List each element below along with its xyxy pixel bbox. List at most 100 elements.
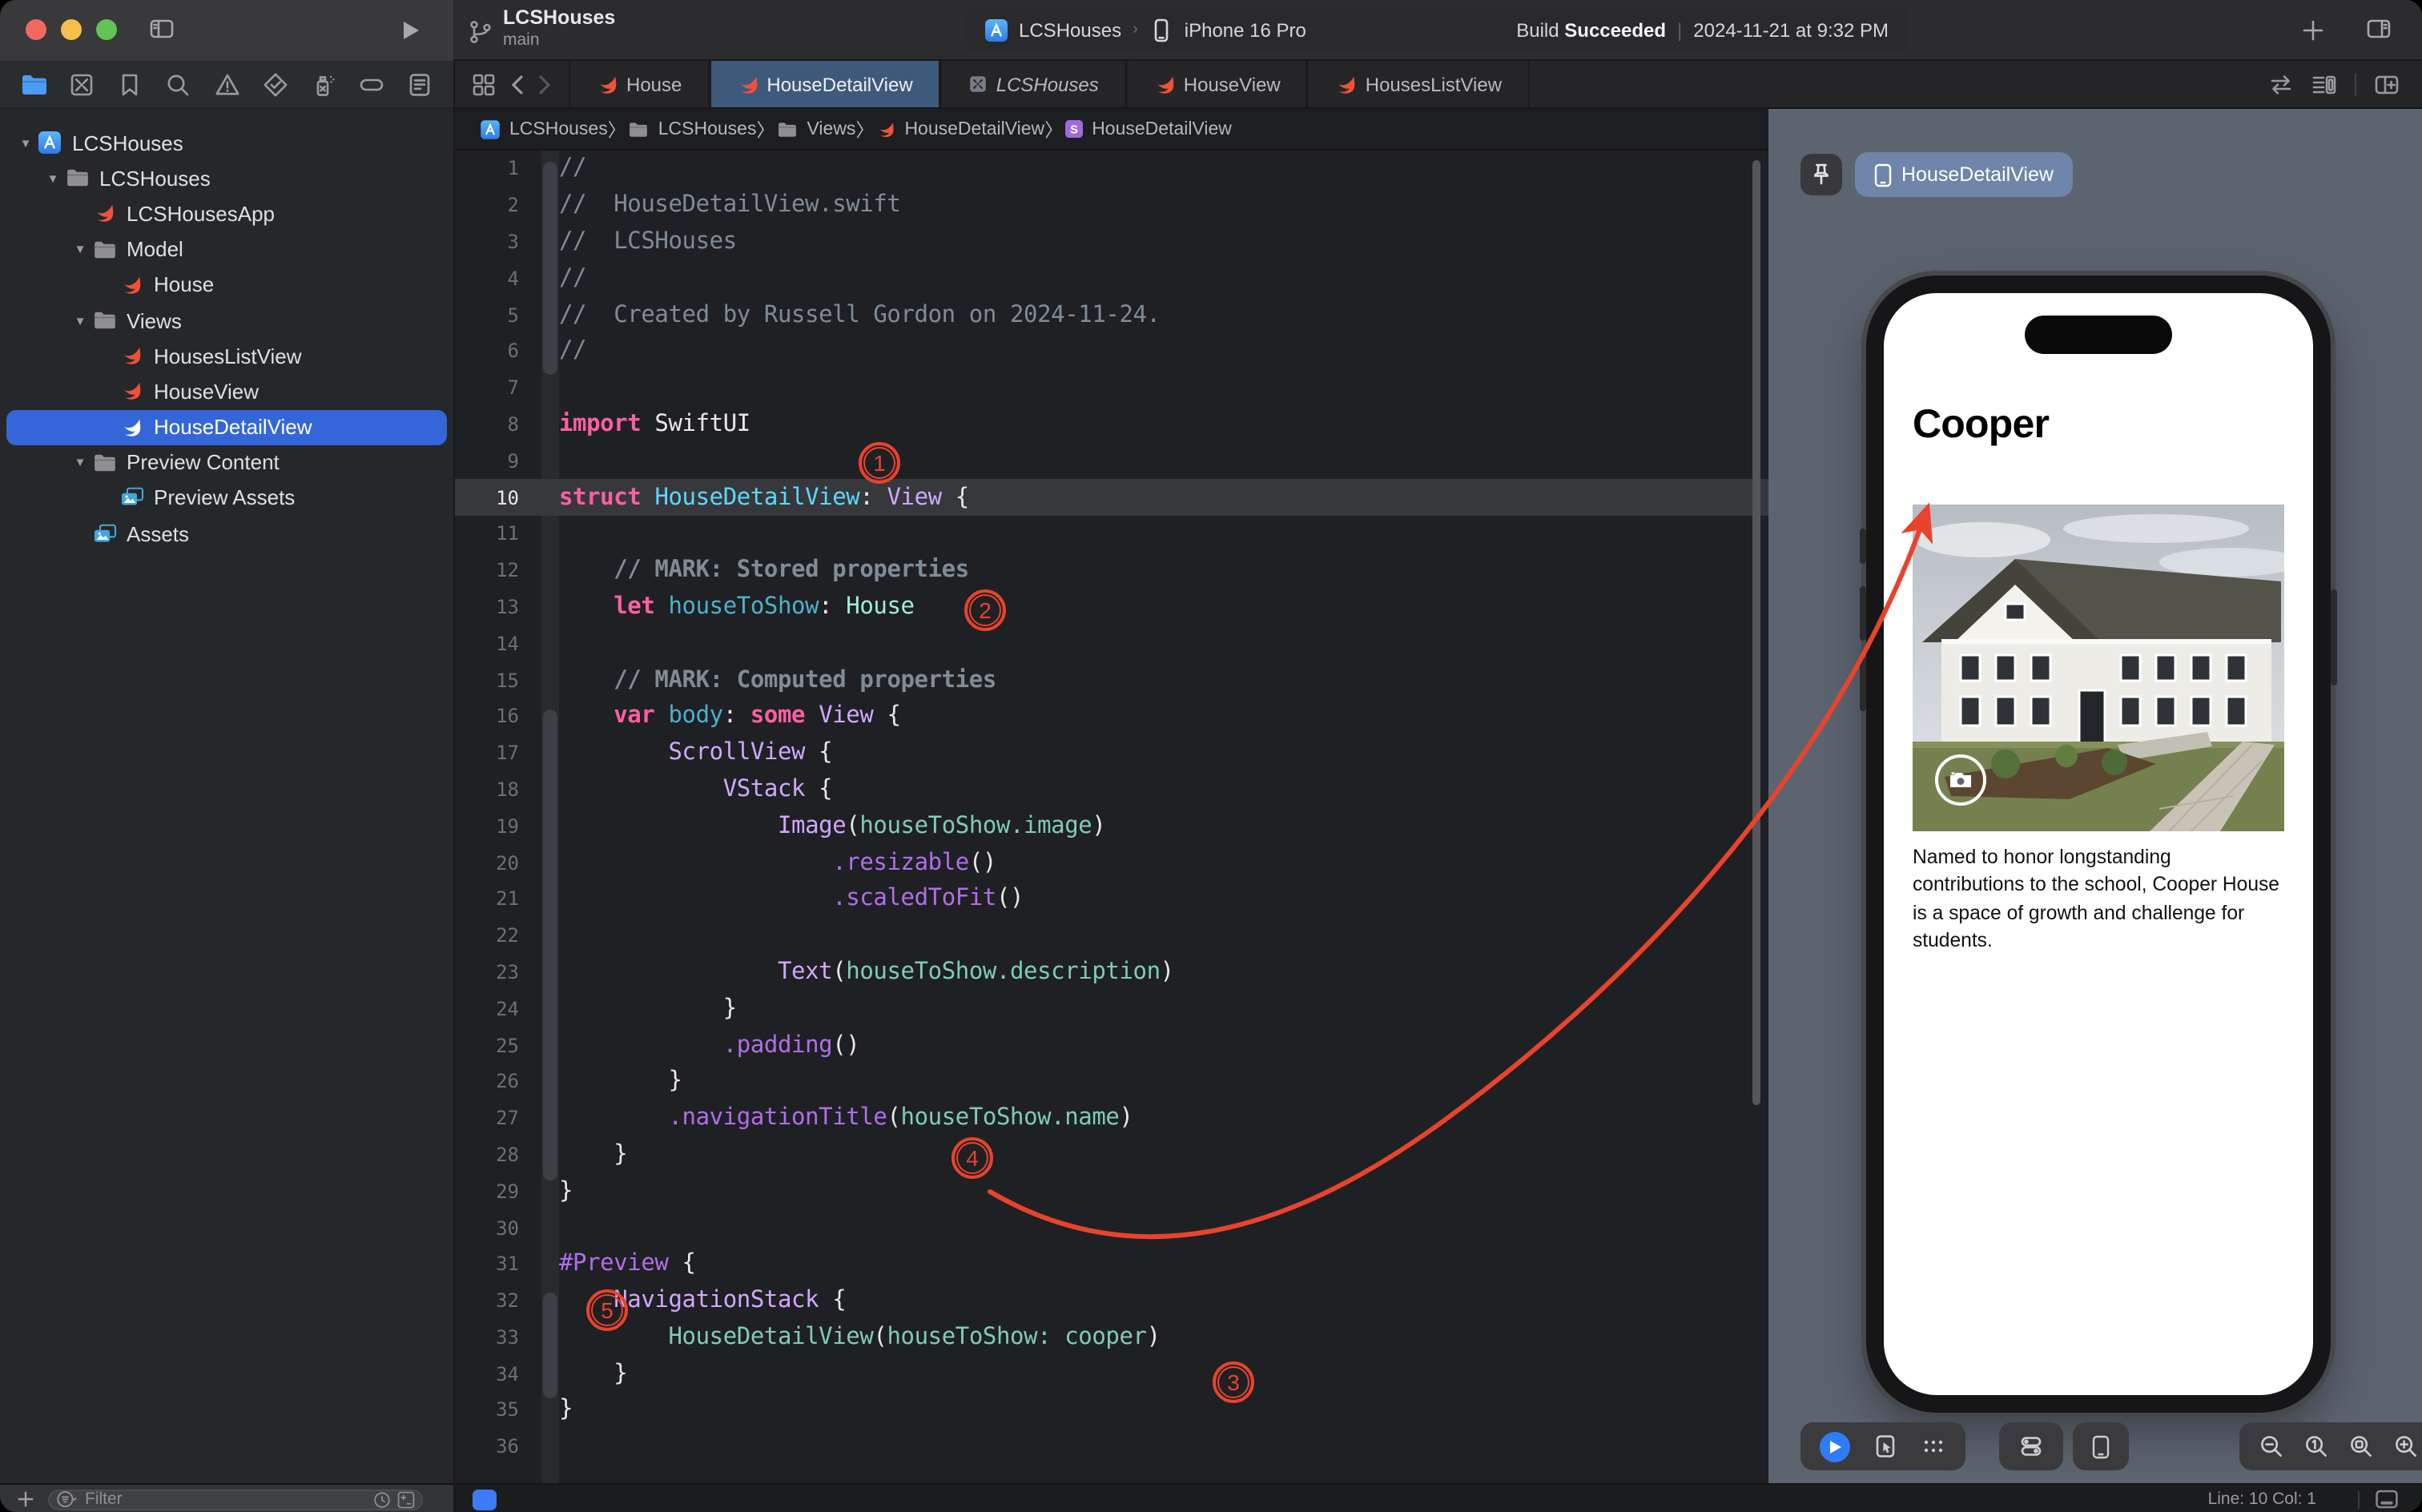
tab-housedetailview[interactable]: HouseDetailView xyxy=(709,61,940,107)
run-button[interactable] xyxy=(397,18,423,43)
toggle-navigator-icon[interactable] xyxy=(149,16,175,42)
tab-lcshouses[interactable]: LCSHouses xyxy=(939,61,1126,107)
line-number[interactable]: 34 xyxy=(453,1362,529,1385)
breadcrumb-item-views[interactable]: Views xyxy=(775,119,855,139)
recents-filter-icon[interactable] xyxy=(373,1490,391,1508)
zoom-100-button[interactable] xyxy=(2303,1434,2329,1459)
line-number[interactable]: 28 xyxy=(453,1144,529,1166)
line-number[interactable]: 4 xyxy=(453,267,529,290)
sidebar-item-houseslistview[interactable]: HousesListView xyxy=(0,338,453,373)
tab-houseview[interactable]: HouseView xyxy=(1125,61,1308,107)
line-number[interactable]: 36 xyxy=(453,1436,529,1458)
line-number[interactable]: 25 xyxy=(453,1034,529,1056)
breadcrumb-item-housedetailview[interactable]: HouseDetailView xyxy=(874,118,1044,140)
scheme-selector[interactable]: LCSHouses › iPhone 16 Pro Build Succeede… xyxy=(966,6,1908,53)
device-settings-button[interactable] xyxy=(1999,1422,2063,1470)
sidebar-item-lcshouses[interactable]: ▼ LCSHouses xyxy=(0,125,453,160)
line-number[interactable]: 19 xyxy=(453,814,529,837)
toggle-inspector-icon[interactable] xyxy=(2366,16,2392,42)
breakpoint-indicator[interactable] xyxy=(473,1489,497,1510)
flagged-filter-icon[interactable] xyxy=(397,1490,415,1508)
live-preview-button[interactable] xyxy=(1820,1431,1850,1462)
add-editor-icon[interactable] xyxy=(2300,18,2326,43)
bottom-panel-icon[interactable] xyxy=(2374,1486,2400,1512)
preview-target-pill[interactable]: HouseDetailView xyxy=(1855,152,2073,197)
sidebar-item-housedetailview[interactable]: HouseDetailView xyxy=(0,409,453,445)
sidebar-item-preview-content[interactable]: ▼ Preview Content xyxy=(0,444,453,480)
line-number[interactable]: 6 xyxy=(453,340,529,363)
line-number[interactable]: 29 xyxy=(453,1180,529,1202)
breadcrumb-item-lcshouses[interactable]: LCSHouses xyxy=(626,119,757,139)
sidebar-item-views[interactable]: ▼ Views xyxy=(0,303,453,338)
sidebar-item-lcshousesapp[interactable]: LCSHousesApp xyxy=(0,196,453,231)
minimize-window-button[interactable] xyxy=(61,19,82,40)
disclosure-chevron-icon[interactable]: ▼ xyxy=(43,171,62,186)
tab-houseslistview[interactable]: HousesListView xyxy=(1307,61,1530,107)
line-number[interactable]: 10 xyxy=(453,486,529,509)
code-editor[interactable]: 1 // 2 // HouseDetailView.swift 3 // LCSHouse… xyxy=(453,151,1768,1483)
line-number[interactable]: 20 xyxy=(453,851,529,874)
navigator-breakpoint-navigator-icon[interactable] xyxy=(354,66,389,102)
navigator-source-control-navigator-icon[interactable] xyxy=(64,66,99,102)
sidebar-item-preview-assets[interactable]: Preview Assets xyxy=(0,481,453,516)
line-number[interactable]: 15 xyxy=(453,669,529,691)
line-number[interactable]: 35 xyxy=(453,1399,529,1422)
line-number[interactable]: 32 xyxy=(453,1289,529,1312)
filter-input[interactable] xyxy=(78,1490,373,1509)
line-number[interactable]: 2 xyxy=(453,194,529,216)
sidebar-item-model[interactable]: ▼ Model xyxy=(0,231,453,267)
sidebar-divider[interactable] xyxy=(453,61,455,1512)
zoom-out-button[interactable] xyxy=(2259,1434,2284,1459)
line-number[interactable]: 24 xyxy=(453,997,529,1019)
zoom-fit-button[interactable] xyxy=(2348,1434,2374,1459)
line-number[interactable]: 11 xyxy=(453,523,529,545)
navigator-project-navigator-icon[interactable] xyxy=(16,66,51,102)
line-number[interactable]: 27 xyxy=(453,1107,529,1129)
line-number[interactable]: 17 xyxy=(453,742,529,764)
line-number[interactable]: 7 xyxy=(453,376,529,399)
swap-editor-icon[interactable] xyxy=(2268,71,2294,97)
line-number[interactable]: 23 xyxy=(453,961,529,983)
back-icon[interactable] xyxy=(511,74,524,94)
line-number[interactable]: 14 xyxy=(453,633,529,655)
sidebar-item-lcshouses[interactable]: ▼ LCSHouses xyxy=(0,160,453,195)
forward-icon[interactable] xyxy=(538,74,551,94)
editor-layout-icon[interactable] xyxy=(471,71,497,97)
add-file-button[interactable] xyxy=(16,1490,35,1509)
line-number[interactable]: 8 xyxy=(453,413,529,436)
line-number[interactable]: 26 xyxy=(453,1071,529,1093)
navigator-find-navigator-icon[interactable] xyxy=(161,66,196,102)
line-number[interactable]: 9 xyxy=(453,450,529,472)
destination-device[interactable]: iPhone 16 Pro xyxy=(1185,18,1306,41)
navigator-debug-navigator-icon[interactable] xyxy=(306,66,341,102)
line-number[interactable]: 13 xyxy=(453,596,529,618)
sidebar-item-assets[interactable]: Assets xyxy=(0,516,453,551)
breadcrumb-item-housedetailview[interactable]: S HouseDetailView xyxy=(1063,119,1232,139)
minimap-menu-icon[interactable] xyxy=(2311,71,2337,97)
line-number[interactable]: 1 xyxy=(453,158,529,180)
disclosure-chevron-icon[interactable]: ▼ xyxy=(70,456,90,470)
line-number[interactable]: 21 xyxy=(453,888,529,911)
line-number[interactable]: 18 xyxy=(453,778,529,801)
line-number[interactable]: 3 xyxy=(453,231,529,253)
sidebar-item-house[interactable]: House xyxy=(0,267,453,303)
scheme-app-name[interactable]: LCSHouses xyxy=(1019,18,1121,41)
zoom-in-button[interactable] xyxy=(2393,1434,2419,1459)
filter-field[interactable] xyxy=(48,1489,423,1510)
line-number[interactable]: 16 xyxy=(453,706,529,728)
editor-scrollbar[interactable] xyxy=(1752,160,1760,1105)
variants-button[interactable] xyxy=(1921,1434,1946,1459)
split-editor-icon[interactable] xyxy=(2374,71,2400,97)
zoom-window-button[interactable] xyxy=(96,19,117,40)
line-number[interactable]: 33 xyxy=(453,1326,529,1349)
selectable-preview-button[interactable] xyxy=(1873,1434,1898,1459)
sidebar-item-houseview[interactable]: HouseView xyxy=(0,374,453,409)
close-window-button[interactable] xyxy=(26,19,46,40)
breadcrumb-item-lcshouses[interactable]: LCSHouses xyxy=(479,118,608,140)
navigator-bookmark-navigator-icon[interactable] xyxy=(113,66,148,102)
navigator-issue-navigator-icon[interactable] xyxy=(209,66,244,102)
disclosure-chevron-icon[interactable]: ▼ xyxy=(16,135,35,150)
navigator-test-navigator-icon[interactable] xyxy=(257,66,292,102)
disclosure-chevron-icon[interactable]: ▼ xyxy=(70,242,90,256)
disclosure-chevron-icon[interactable]: ▼ xyxy=(70,313,90,328)
